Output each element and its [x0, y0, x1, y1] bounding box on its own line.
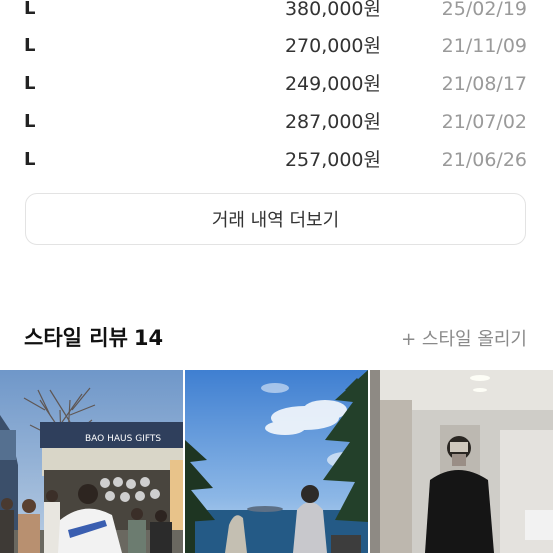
trade-row: L 249,000원 21/08/17	[0, 65, 553, 103]
more-trades-label: 거래 내역 더보기	[211, 210, 340, 231]
trade-date: 21/07/02	[441, 111, 527, 133]
trade-price: 249,000원	[284, 73, 381, 95]
trade-price: 270,000원	[284, 35, 381, 57]
more-trades-button[interactable]: 거래 내역 더보기	[25, 193, 526, 245]
trade-size: L	[24, 149, 36, 170]
trade-size: L	[24, 35, 36, 56]
review-photo-2[interactable]	[185, 370, 368, 553]
trade-row: L 257,000원 21/06/26	[0, 141, 553, 179]
style-review-title: 스타일 리뷰 14	[24, 322, 163, 352]
trade-row: L 380,000원 25/02/19	[0, 0, 553, 28]
trade-date: 21/08/17	[441, 73, 527, 95]
seaside-photo-image	[185, 370, 368, 553]
trade-price: 380,000원	[284, 0, 381, 20]
trade-price: 287,000원	[284, 111, 381, 133]
mirror-selfie-photo-image	[370, 370, 553, 553]
review-photo-1[interactable]: BAO HAUS GIFTS	[0, 370, 183, 553]
trade-date: 21/11/09	[441, 35, 527, 57]
trade-price: 257,000원	[284, 149, 381, 171]
kiosk-sign-text: BAO HAUS GIFTS	[85, 434, 161, 444]
trade-date: 25/02/19	[441, 0, 527, 20]
review-photo-3[interactable]	[370, 370, 553, 553]
kiosk-photo-image: BAO HAUS GIFTS	[0, 370, 183, 553]
trade-size: L	[24, 0, 36, 19]
trade-size: L	[24, 73, 36, 94]
style-review-title-text: 스타일 리뷰	[24, 326, 128, 350]
style-review-count: 14	[133, 326, 164, 350]
trade-row: L 270,000원 21/11/09	[0, 27, 553, 65]
trade-date: 21/06/26	[441, 149, 527, 171]
trade-size: L	[24, 111, 36, 132]
upload-style-link[interactable]: + 스타일 올리기	[401, 325, 527, 351]
trade-row: L 287,000원 21/07/02	[0, 103, 553, 141]
